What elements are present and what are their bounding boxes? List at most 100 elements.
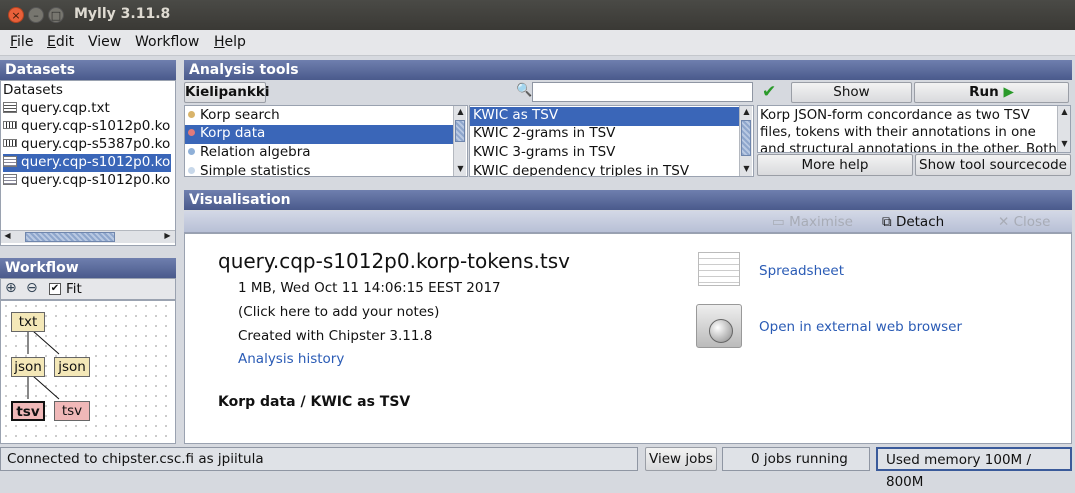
- tool-item[interactable]: KWIC 2-grams in TSV: [470, 125, 739, 144]
- menu-help[interactable]: Help: [214, 34, 246, 50]
- play-icon: ▶: [1003, 84, 1014, 100]
- search-icon: 🔍: [516, 83, 533, 98]
- maximise-icon: ▭: [772, 214, 785, 230]
- menu-workflow[interactable]: Workflow: [135, 34, 199, 50]
- dataset-item[interactable]: query.cqp-s1012p0.korp-: [3, 172, 171, 190]
- menu-bar: File Edit View Workflow Help: [0, 30, 1075, 56]
- check-icon: ✔: [762, 82, 777, 102]
- file-meta: 1 MB, Wed Oct 11 14:06:15 EEST 2017: [238, 280, 501, 296]
- title-bar: × – □ Mylly 3.11.8: [0, 0, 1075, 30]
- jobs-running: 0 jobs running: [722, 447, 870, 471]
- datasets-root: Datasets: [3, 82, 63, 98]
- run-button[interactable]: Run ▶: [914, 82, 1069, 103]
- table-file-icon: [3, 174, 17, 185]
- maximise-button[interactable]: ▭ Maximise: [772, 214, 853, 230]
- category-list: Korp search Korp data Relation algebra S…: [184, 105, 468, 177]
- scroll-down-icon[interactable]: ▼: [454, 164, 467, 173]
- category-vscroll[interactable]: ▲ ▼: [453, 106, 467, 176]
- dataset-item[interactable]: query.cqp-s5387p0.korp.: [3, 136, 171, 154]
- show-parameters-button[interactable]: Show parameters: [791, 82, 912, 119]
- spreadsheet-link[interactable]: Spreadsheet: [759, 263, 844, 279]
- zoom-out-icon[interactable]: ⊖: [26, 280, 38, 296]
- category-dot-icon: [188, 148, 195, 155]
- analysis-tools-header: Analysis tools: [184, 60, 1072, 80]
- more-help-button[interactable]: More help: [757, 154, 913, 176]
- notes-field[interactable]: (Click here to add your notes): [238, 304, 439, 320]
- menu-edit[interactable]: Edit: [47, 34, 74, 50]
- category-dot-icon: [188, 129, 195, 136]
- show-sourcecode-button[interactable]: Show tool sourcecode: [915, 154, 1071, 176]
- tool-item[interactable]: KWIC 3-grams in TSV: [470, 144, 739, 163]
- category-button-kielipankki[interactable]: Kielipankki: [184, 82, 269, 103]
- zoom-in-icon[interactable]: ⊕: [5, 280, 17, 296]
- tool-list: KWIC as TSV KWIC 2-grams in TSV KWIC 3-g…: [469, 105, 754, 177]
- tool-item-selected[interactable]: KWIC as TSV: [470, 107, 739, 126]
- scroll-thumb[interactable]: [25, 232, 115, 242]
- tool-vscroll[interactable]: ▲ ▼: [739, 106, 753, 176]
- scroll-right-icon[interactable]: ▶: [161, 231, 174, 240]
- scroll-down-icon[interactable]: ▼: [740, 164, 753, 173]
- category-item-selected[interactable]: Korp data: [185, 125, 453, 144]
- description-vscroll[interactable]: ▲ ▼: [1057, 106, 1070, 152]
- external-browser-link[interactable]: Open in external web browser: [759, 319, 962, 335]
- scroll-left-icon[interactable]: ◀: [1, 231, 14, 240]
- datasets-panel: Datasets query.cqp.txt query.cqp-s1012p0…: [0, 80, 176, 246]
- visualisation-panel: query.cqp-s1012p0.korp-tokens.tsv 1 MB, …: [184, 233, 1072, 444]
- view-jobs-button[interactable]: View jobs: [645, 447, 717, 471]
- workflow-header: Workflow: [0, 258, 176, 278]
- dataset-item[interactable]: query.cqp.txt: [3, 100, 171, 118]
- window-title: Mylly 3.11.8: [74, 6, 171, 22]
- category-item[interactable]: Korp search: [185, 107, 453, 126]
- connection-status: Connected to chipster.csc.fi as jpiitula: [0, 447, 638, 471]
- workflow-toolbar: ⊕ ⊖ ✔ Fit: [0, 278, 176, 300]
- globe-icon: [709, 319, 733, 343]
- workflow-node-json[interactable]: json: [54, 357, 90, 377]
- close-button[interactable]: ✕ Close: [998, 214, 1050, 230]
- table-file-icon: [3, 156, 17, 167]
- tool-description-panel: Korp JSON-form concordance as two TSV fi…: [757, 105, 1071, 153]
- memory-usage: Used memory 100M / 800M: [876, 447, 1072, 490]
- category-item[interactable]: Relation algebra: [185, 144, 453, 163]
- dataset-item[interactable]: query.cqp-s1012p0.korp.: [3, 118, 171, 136]
- operation-label: Korp data / KWIC as TSV: [218, 394, 411, 410]
- menu-file[interactable]: File: [10, 34, 33, 50]
- workflow-node-tsv-selected[interactable]: tsv: [11, 401, 45, 421]
- menu-view[interactable]: View: [88, 34, 121, 50]
- detach-icon: ⧉: [882, 214, 892, 230]
- binary-file-icon: [3, 121, 17, 129]
- web-browser-icon[interactable]: [696, 304, 742, 348]
- tool-description: Korp JSON-form concordance as two TSV fi…: [760, 108, 1057, 153]
- workflow-node-tsv[interactable]: tsv: [54, 401, 90, 421]
- dataset-item-selected[interactable]: query.cqp-s1012p0.korp-: [3, 154, 171, 172]
- text-file-icon: [3, 102, 17, 113]
- spreadsheet-icon[interactable]: [698, 252, 740, 286]
- close-icon: ✕: [998, 214, 1010, 230]
- fit-label: Fit: [66, 281, 82, 297]
- window-close-button[interactable]: ×: [8, 7, 24, 23]
- category-item[interactable]: Simple statistics: [185, 163, 453, 176]
- window-maximize-button[interactable]: □: [48, 7, 64, 23]
- detach-button[interactable]: ⧉ Detach: [882, 214, 944, 230]
- workflow-node-txt[interactable]: txt: [11, 312, 45, 332]
- binary-file-icon: [3, 139, 17, 147]
- workflow-canvas[interactable]: txt json json tsv tsv: [0, 300, 176, 444]
- visualisation-toolbar: ▭ Maximise ⧉ Detach ✕ Close: [184, 211, 1072, 233]
- analysis-history-link[interactable]: Analysis history: [238, 351, 344, 367]
- tool-item[interactable]: KWIC dependency triples in TSV: [470, 163, 739, 176]
- scroll-thumb[interactable]: [455, 120, 465, 142]
- category-dot-icon: [188, 167, 195, 174]
- scroll-down-icon[interactable]: ▼: [1058, 139, 1070, 148]
- workflow-node-json[interactable]: json: [11, 357, 45, 377]
- category-dot-icon: [188, 111, 195, 118]
- scroll-thumb[interactable]: [741, 120, 751, 156]
- window-minimize-button[interactable]: –: [28, 7, 44, 23]
- datasets-hscroll[interactable]: ◀ ▶: [1, 230, 175, 243]
- created-with: Created with Chipster 3.11.8: [238, 328, 433, 344]
- visualisation-header: Visualisation: [184, 190, 1072, 210]
- scroll-up-icon[interactable]: ▲: [740, 107, 753, 116]
- scroll-up-icon[interactable]: ▲: [454, 107, 467, 116]
- scroll-up-icon[interactable]: ▲: [1058, 107, 1070, 116]
- tool-search-input[interactable]: [532, 82, 753, 102]
- fit-checkbox[interactable]: ✔: [49, 283, 61, 295]
- file-title: query.cqp-s1012p0.korp-tokens.tsv: [218, 249, 570, 273]
